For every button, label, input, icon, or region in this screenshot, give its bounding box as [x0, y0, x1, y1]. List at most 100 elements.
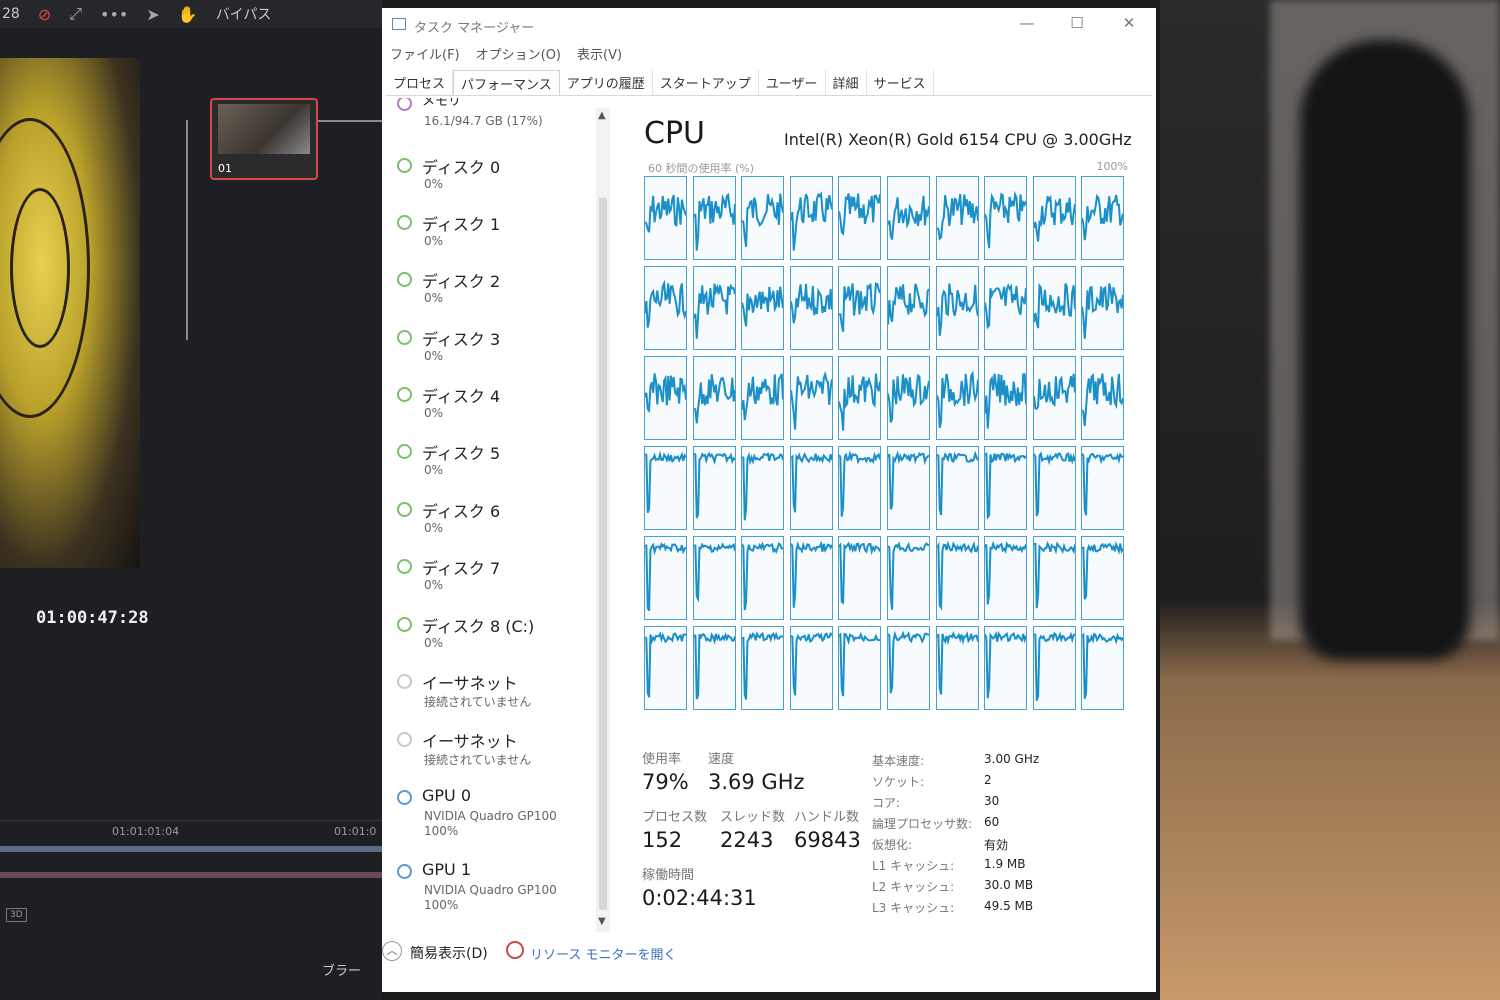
- tab-performance[interactable]: パフォーマンス: [453, 70, 560, 95]
- close-button[interactable]: ✕: [1114, 14, 1144, 32]
- sidebar-item-disk-2[interactable]: ディスク 2 0%: [382, 266, 592, 318]
- sidebar-item-disk-4[interactable]: ディスク 4 0%: [382, 381, 592, 433]
- hand-tool-icon[interactable]: ✋: [178, 5, 198, 24]
- sidebar-item-gpu-0[interactable]: GPU 0 NVIDIA Quadro GP100 100%: [382, 784, 592, 854]
- scroll-up-icon[interactable]: ▲: [598, 110, 606, 121]
- fullscreen-icon[interactable]: ⤢: [69, 4, 82, 24]
- cpu-core-graph: [1032, 356, 1076, 440]
- sidebar-item-label: メモリ: [422, 98, 462, 109]
- scroll-down-icon[interactable]: ▼: [598, 916, 606, 927]
- cpu-core-graph: [1032, 536, 1076, 620]
- resource-monitor-icon[interactable]: [506, 941, 524, 959]
- menu-options[interactable]: オプション(O): [476, 44, 561, 66]
- cpu-model: Intel(R) Xeon(R) Gold 6154 CPU @ 3.00GHz: [784, 130, 1132, 149]
- node-connection-wire: [318, 120, 382, 122]
- cpu-core-graph: [692, 536, 736, 620]
- cpu-core-graph: [838, 176, 882, 260]
- sidebar-item-value: 0%: [424, 234, 444, 248]
- logical-processor-grid[interactable]: [644, 176, 1128, 718]
- 3d-badge[interactable]: 3D: [6, 908, 27, 922]
- tab-services[interactable]: サービス: [867, 70, 934, 95]
- more-options-icon[interactable]: •••: [100, 5, 128, 24]
- cpu-core-graph: [935, 356, 979, 440]
- usage-value: 79%: [642, 770, 689, 794]
- sidebar-item-gpu-1[interactable]: GPU 1 NVIDIA Quadro GP100 100%: [382, 858, 592, 928]
- pointer-tool-icon[interactable]: ➤: [146, 5, 159, 24]
- menu-file[interactable]: ファイル(F): [390, 44, 460, 66]
- tab-processes[interactable]: プロセス: [386, 70, 454, 95]
- sidebar-item-label: ディスク 8 (C:): [422, 617, 535, 636]
- blur-label[interactable]: ブラー: [322, 960, 361, 979]
- timeline-track[interactable]: [0, 846, 382, 852]
- maximize-button[interactable]: ☐: [1062, 14, 1092, 32]
- cpu-core-graph: [1081, 356, 1125, 440]
- menu-view[interactable]: 表示(V): [577, 44, 622, 66]
- cpu-core-graph: [644, 176, 687, 260]
- tab-users[interactable]: ユーザー: [759, 70, 826, 95]
- cpu-core-graph: [838, 266, 882, 350]
- l1-cache-label: L1 キャッシュ:: [872, 859, 955, 873]
- sidebar-item-disk-0[interactable]: ディスク 0 0%: [382, 152, 592, 204]
- sidebar-item-memory[interactable]: メモリ 16.1/94.7 GB (17%): [382, 98, 592, 148]
- cpu-core-graph: [1081, 536, 1125, 620]
- timeline-track[interactable]: [0, 872, 382, 878]
- cpu-core-graph: [644, 626, 687, 710]
- handles-label: ハンドル数: [794, 810, 860, 825]
- background-person: [1300, 40, 1470, 660]
- disk-icon: [397, 559, 412, 574]
- sidebar-item-ethernet[interactable]: イーサネット 接続されていません: [382, 726, 592, 778]
- timeline-ruler[interactable]: 01:01:01:04 01:01:0: [0, 820, 382, 842]
- processes-label: プロセス数: [642, 810, 708, 825]
- bypass-label[interactable]: バイパス: [216, 4, 272, 24]
- sidebar-item-label: ディスク 4: [422, 387, 501, 406]
- sidebar-scrollbar[interactable]: ▲ ▼: [596, 108, 610, 932]
- cpu-core-graph: [789, 356, 833, 440]
- cpu-core-graph: [935, 176, 979, 260]
- cpu-core-graph: [984, 626, 1028, 710]
- cpu-core-graph: [789, 446, 833, 530]
- cpu-core-graph: [692, 626, 736, 710]
- chevron-up-icon[interactable]: ︿: [382, 941, 402, 961]
- tab-app-history[interactable]: アプリの履歴: [560, 70, 653, 95]
- cpu-core-graph: [1032, 626, 1076, 710]
- bypass-toggle-icon[interactable]: ⊘: [38, 5, 51, 24]
- cpu-core-graph: [887, 446, 930, 530]
- video-viewer: [0, 58, 140, 568]
- tab-details[interactable]: 詳細: [826, 70, 867, 95]
- tab-startup[interactable]: スタートアップ: [653, 70, 759, 95]
- sidebar-item-disk-3[interactable]: ディスク 3 0%: [382, 324, 592, 376]
- zoom-level[interactable]: 28: [2, 6, 20, 22]
- sidebar-item-value: 0%: [424, 636, 444, 650]
- sidebar-item-value: 0%: [424, 463, 444, 477]
- cpu-core-graph: [984, 356, 1028, 440]
- simple-view-link[interactable]: 簡易表示(D): [410, 943, 488, 963]
- scrollbar-thumb[interactable]: [599, 198, 607, 910]
- task-manager-icon: [392, 18, 406, 30]
- base-speed-label: 基本速度:: [872, 754, 925, 768]
- sidebar-item-disk-6[interactable]: ディスク 6 0%: [382, 496, 592, 548]
- l1-cache-value: 1.9 MB: [984, 857, 1026, 871]
- uptime-label: 稼働時間: [642, 868, 695, 883]
- disk-icon: [397, 502, 412, 517]
- cpu-core-graph: [692, 176, 736, 260]
- resource-monitor-link[interactable]: リソース モニターを開く: [530, 944, 676, 963]
- sidebar-item-disk-7[interactable]: ディスク 7 0%: [382, 553, 592, 605]
- cpu-core-graph: [935, 536, 979, 620]
- cpu-core-graph: [887, 266, 930, 350]
- cpu-core-graph: [887, 176, 930, 260]
- cpu-core-graph: [741, 356, 785, 440]
- graph-max-label: 100%: [1096, 160, 1128, 173]
- cpu-core-graph: [1032, 446, 1076, 530]
- sidebar-item-disk-1[interactable]: ディスク 1 0%: [382, 209, 592, 261]
- minimize-button[interactable]: —: [1012, 14, 1042, 32]
- usage-label: 使用率: [642, 752, 682, 767]
- editor-toolbar: 28 ⊘ ⤢ ••• ➤ ✋ バイパス: [0, 0, 382, 28]
- color-node[interactable]: 01: [210, 98, 318, 180]
- sidebar-item-value: 接続されていません: [424, 753, 532, 767]
- sidebar-item-ethernet[interactable]: イーサネット 接続されていません: [382, 668, 592, 720]
- cpu-panel: CPU Intel(R) Xeon(R) Gold 6154 CPU @ 3.0…: [614, 98, 1156, 938]
- cpu-core-graph: [789, 626, 833, 710]
- sidebar-item-label: GPU 0: [422, 786, 472, 805]
- sidebar-item-disk-5[interactable]: ディスク 5 0%: [382, 438, 592, 490]
- sidebar-item-disk-8[interactable]: ディスク 8 (C:) 0%: [382, 611, 592, 663]
